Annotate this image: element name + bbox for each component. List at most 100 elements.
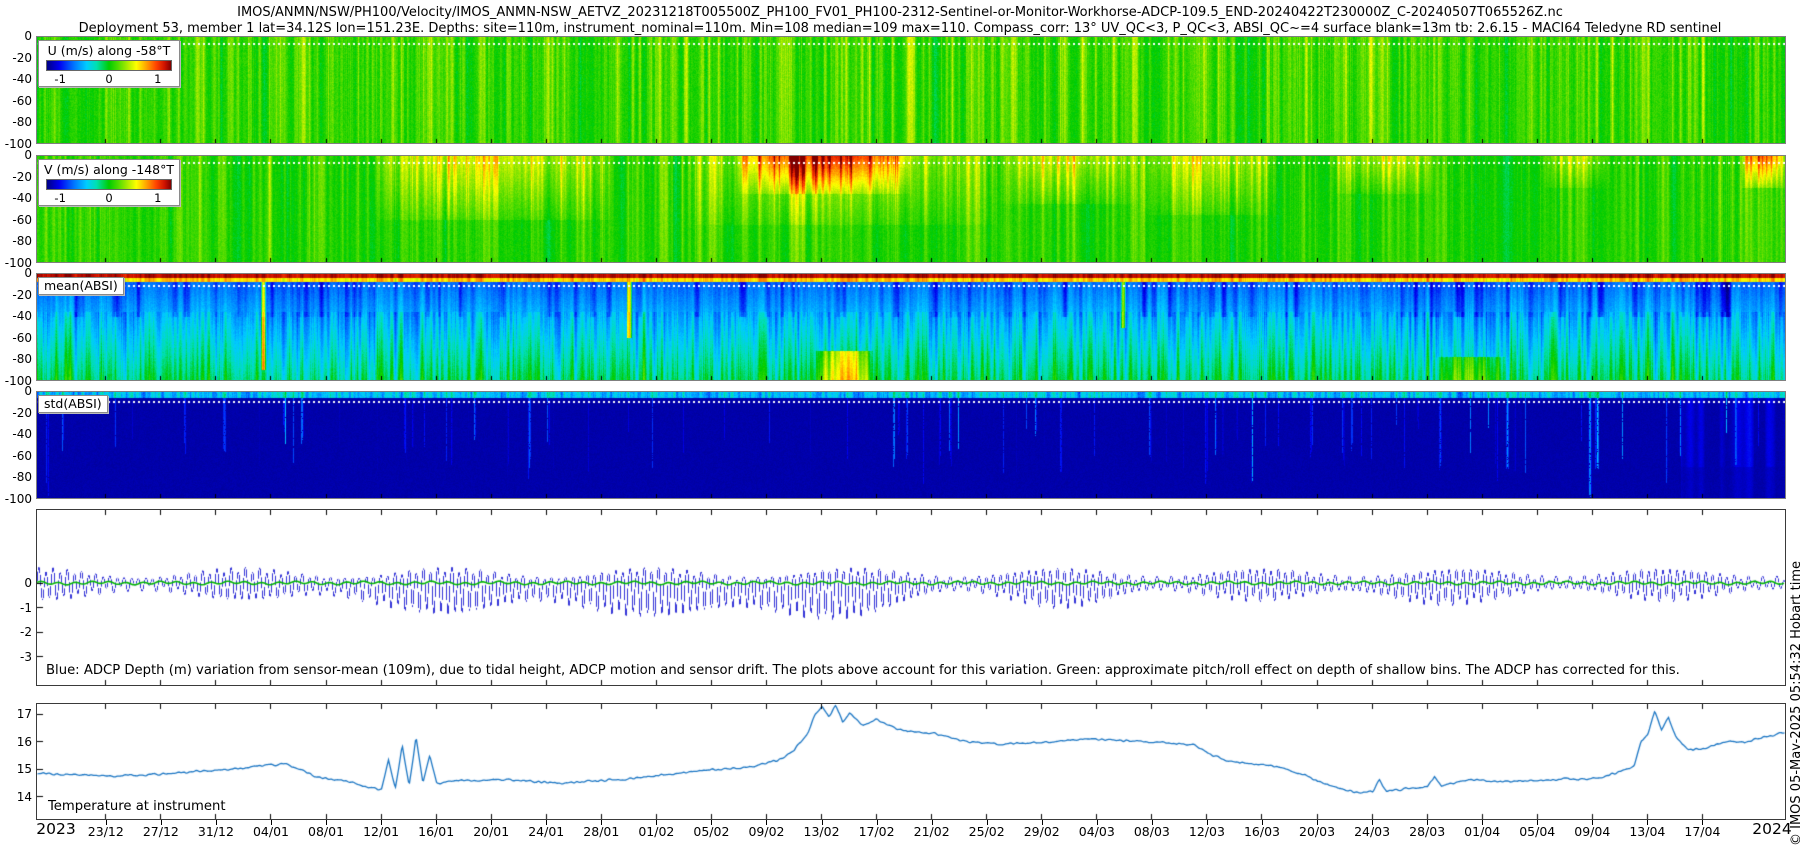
- x-tick-mark: [986, 820, 988, 825]
- x-date-label: 12/01: [363, 824, 400, 839]
- y-tick-label: -60: [12, 330, 32, 345]
- std-absi-heatmap: [37, 392, 1785, 498]
- y-tick-label: 0: [24, 576, 32, 590]
- x-tick-mark: [326, 820, 328, 825]
- x-date-label: 09/02: [748, 824, 785, 839]
- y-tick-label: -80: [12, 115, 32, 130]
- x-date-label: 20/03: [1299, 824, 1336, 839]
- y-tick-label: -100: [4, 492, 32, 506]
- x-date-label: 25/02: [968, 824, 1005, 839]
- y-tick-label: 0: [24, 384, 32, 398]
- x-tick-mark: [1482, 820, 1484, 825]
- x-date-label: 27/12: [142, 824, 179, 839]
- page-subtitle: Deployment 53, member 1 lat=34.12S lon=1…: [78, 21, 1722, 36]
- mean-absi-label: mean(ABSI): [38, 277, 124, 295]
- colorbar-u-ticks: -1 0 1: [43, 72, 175, 86]
- adcp-summary-figure: IMOS/ANMN/NSW/PH100/Velocity/IMOS_ANMN-N…: [0, 0, 1800, 850]
- x-date-label: 05/02: [693, 824, 730, 839]
- legend-v: V (m/s) along -148°T -1 0 1: [38, 159, 180, 206]
- panel-temperature: [36, 703, 1786, 820]
- colorbar-tick: -1: [54, 191, 66, 205]
- y-tick-label: -40: [12, 191, 32, 206]
- y-tick-label: 15: [16, 762, 32, 776]
- x-date-label: 17/02: [858, 824, 895, 839]
- x-date-label: 04/03: [1078, 824, 1115, 839]
- y-tick-label: 16: [16, 734, 32, 749]
- x-tick-mark: [1206, 820, 1208, 825]
- colorbar-v: [46, 179, 172, 190]
- x-tick-mark: [931, 820, 933, 825]
- y-tick-label: 0: [24, 266, 32, 280]
- x-tick-mark: [1041, 820, 1043, 825]
- legend-u-title: U (m/s) along -58°T: [47, 43, 171, 58]
- x-date-label: 16/01: [418, 824, 455, 839]
- depth-variation-plot: [37, 510, 1785, 685]
- x-date-label: 24/03: [1354, 824, 1391, 839]
- x-date-label: 13/04: [1629, 824, 1666, 839]
- x-date-label: 20/01: [473, 824, 510, 839]
- x-tick-mark: [215, 820, 217, 825]
- panel-v-velocity: [36, 155, 1786, 263]
- colorbar-v-ticks: -1 0 1: [43, 191, 175, 205]
- x-date-label: 29/02: [1023, 824, 1060, 839]
- x-year-label: 2024: [1752, 820, 1792, 838]
- mean-absi-heatmap: [37, 274, 1785, 380]
- x-tick-mark: [1317, 820, 1319, 825]
- x-date-label: 23/12: [87, 824, 124, 839]
- y-tick-label: -1: [20, 600, 32, 615]
- x-date-label: 05/04: [1519, 824, 1556, 839]
- y-tick-label: -20: [12, 169, 32, 184]
- y-tick-label: -60: [12, 212, 32, 227]
- colorbar-u: [46, 60, 172, 71]
- colorbar-tick: 0: [105, 72, 113, 86]
- x-tick-mark: [1151, 820, 1153, 825]
- x-tick-mark: [1537, 820, 1539, 825]
- y-tick-label: -3: [20, 649, 32, 664]
- y-tick-label: -60: [12, 93, 32, 108]
- y-tick-label: -80: [12, 234, 32, 249]
- x-date-label: 12/03: [1188, 824, 1225, 839]
- x-tick-mark: [381, 820, 383, 825]
- x-tick-mark: [1702, 820, 1704, 825]
- y-tick-label: -60: [12, 448, 32, 463]
- panel-mean-absi: [36, 273, 1786, 381]
- x-tick-mark: [1427, 820, 1429, 825]
- y-tick-label: 17: [16, 707, 32, 721]
- x-tick-mark: [1372, 820, 1374, 825]
- y-tick-label: -40: [12, 427, 32, 442]
- x-tick-mark: [270, 820, 272, 825]
- x-tick-mark: [491, 820, 493, 825]
- y-tick-label: -40: [12, 72, 32, 87]
- x-year-label: 2023: [36, 820, 76, 838]
- colorbar-tick: -1: [54, 72, 66, 86]
- legend-u: U (m/s) along -58°T -1 0 1: [38, 40, 180, 87]
- x-tick-mark: [105, 820, 107, 825]
- x-tick-mark: [436, 820, 438, 825]
- colorbar-tick: 0: [105, 191, 113, 205]
- x-tick-mark: [546, 820, 548, 825]
- depth-variation-note: Blue: ADCP Depth (m) variation from sens…: [46, 663, 1680, 678]
- x-date-label: 17/04: [1684, 824, 1721, 839]
- legend-v-title: V (m/s) along -148°T: [43, 162, 175, 177]
- x-date-label: 01/04: [1464, 824, 1501, 839]
- x-date-label: 13/02: [803, 824, 840, 839]
- x-tick-mark: [821, 820, 823, 825]
- panel-std-absi: [36, 391, 1786, 499]
- x-date-label: 09/04: [1574, 824, 1611, 839]
- x-date-label: 08/03: [1133, 824, 1170, 839]
- y-tick-label: -20: [12, 287, 32, 302]
- x-tick-mark: [160, 820, 162, 825]
- imos-watermark: © IMOS 05-May-2025 05:54:32 Hobart time: [1789, 561, 1800, 846]
- y-tick-label: -80: [12, 352, 32, 367]
- y-tick-label: 0: [24, 29, 32, 43]
- x-date-label: 21/02: [913, 824, 950, 839]
- temperature-plot: [37, 704, 1785, 819]
- x-date-label: 01/02: [638, 824, 675, 839]
- x-tick-mark: [766, 820, 768, 825]
- y-tick-label: 14: [16, 789, 32, 804]
- x-date-label: 31/12: [197, 824, 234, 839]
- x-tick-mark: [601, 820, 603, 825]
- x-date-label: 08/01: [308, 824, 345, 839]
- y-tick-label: -40: [12, 309, 32, 324]
- panel-depth-variation: [36, 509, 1786, 686]
